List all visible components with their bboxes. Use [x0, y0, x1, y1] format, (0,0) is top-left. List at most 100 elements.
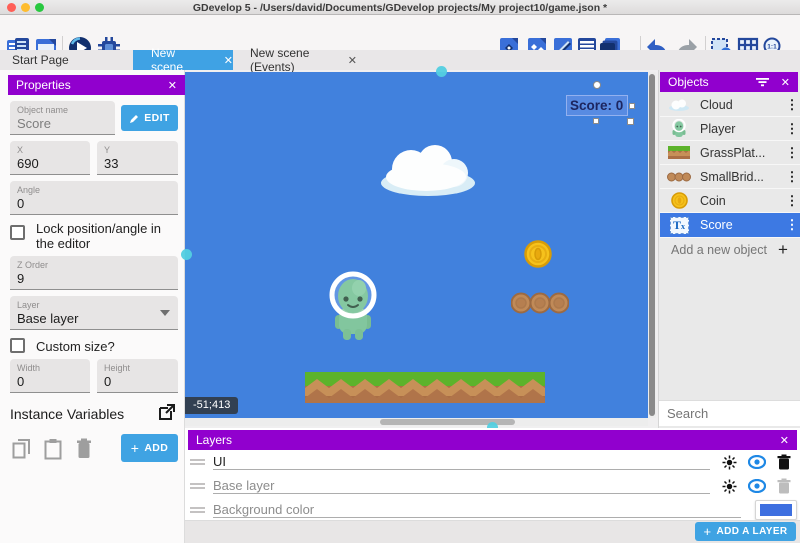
width-label: Width	[10, 359, 90, 373]
paste-icon[interactable]	[44, 438, 62, 460]
objects-panel-title: Objects	[668, 75, 709, 89]
custom-size-checkbox[interactable]	[10, 338, 25, 353]
add-button-label: ADD	[144, 442, 168, 454]
grass-platform-instance[interactable]	[305, 372, 545, 403]
add-layer-button[interactable]: + ADD A LAYER	[695, 522, 796, 541]
y-position-field[interactable]: Y 33	[97, 141, 178, 175]
canvas-top-resize-handle[interactable]	[436, 66, 447, 77]
layer-effects-icon[interactable]	[722, 479, 737, 494]
pencil-icon	[129, 113, 140, 124]
vertical-scrollbar-thumb[interactable]	[649, 74, 655, 416]
window-title: GDevelop 5 - /Users/david/Documents/GDev…	[0, 2, 800, 14]
object-menu-icon[interactable]: ⋮	[784, 217, 800, 233]
object-item-cloud[interactable]: Cloud ⋮	[660, 93, 800, 117]
lock-position-checkbox[interactable]	[10, 225, 25, 240]
x-value: 690	[10, 155, 90, 172]
z-order-value: 9	[10, 270, 178, 287]
player-instance[interactable]	[325, 271, 381, 341]
background-color-label	[213, 502, 741, 518]
selection-handle-corner[interactable]	[627, 118, 634, 125]
score-text-instance[interactable]: Score: 0	[570, 98, 623, 113]
properties-panel-header: Properties ✕	[8, 75, 185, 95]
objects-panel-header: Objects ✕	[660, 72, 798, 92]
search-input[interactable]	[659, 406, 800, 421]
cursor-coordinates-badge: -51;413	[185, 397, 238, 414]
delete-variable-icon[interactable]	[76, 438, 92, 460]
layer-name-input[interactable]	[213, 478, 710, 494]
score-thumbnail-icon: Tx	[666, 217, 692, 234]
vertical-scrollbar[interactable]	[648, 72, 656, 418]
tab-start-page[interactable]: Start Page	[0, 50, 126, 70]
drag-handle-icon	[190, 505, 205, 515]
color-swatch-fill	[760, 504, 792, 516]
width-value: 0	[10, 373, 90, 390]
object-menu-icon[interactable]: ⋮	[784, 145, 800, 161]
horizontal-scrollbar[interactable]	[185, 418, 648, 426]
object-name: Score	[692, 218, 784, 232]
z-order-field[interactable]: Z Order 9	[10, 256, 178, 290]
selection-handle-top[interactable]	[593, 81, 601, 89]
x-label: X	[10, 141, 90, 155]
tab-new-scene[interactable]: New scene ✕	[133, 50, 233, 70]
selection-handle-bottom[interactable]	[593, 118, 599, 124]
layer-effects-icon[interactable]	[722, 455, 737, 470]
object-name-value: Score	[10, 115, 115, 132]
layer-delete-icon[interactable]	[777, 454, 791, 470]
selection-handle-right[interactable]	[629, 103, 635, 109]
height-label: Height	[97, 359, 178, 373]
layer-select[interactable]: Layer Base layer	[10, 296, 178, 330]
lock-position-label: Lock position/angle in the editor	[36, 221, 178, 251]
add-layer-button-label: ADD A LAYER	[716, 526, 787, 537]
object-menu-icon[interactable]: ⋮	[784, 97, 800, 113]
close-icon[interactable]: ✕	[781, 76, 790, 89]
object-name: SmallBrid...	[692, 170, 784, 184]
properties-resize-handle[interactable]	[181, 249, 192, 260]
grass-platform-thumbnail-icon	[666, 146, 692, 159]
drag-handle-icon[interactable]	[190, 457, 205, 467]
layer-value: Base layer	[10, 310, 178, 327]
coin-instance[interactable]	[524, 240, 552, 268]
object-item-coin[interactable]: Coin ⋮	[660, 189, 800, 213]
layer-visibility-icon[interactable]	[748, 455, 766, 469]
width-field[interactable]: Width 0	[10, 359, 90, 393]
copy-icon[interactable]	[12, 438, 32, 460]
close-icon[interactable]: ✕	[780, 434, 789, 447]
angle-label: Angle	[10, 181, 178, 195]
scene-canvas[interactable]: Score: 0 -51;413	[185, 72, 648, 418]
object-menu-icon[interactable]: ⋮	[784, 169, 800, 185]
layers-panel-header: Layers ✕	[188, 430, 797, 450]
cloud-instance[interactable]	[378, 139, 478, 197]
object-menu-icon[interactable]: ⋮	[784, 193, 800, 209]
tab-close-icon[interactable]: ✕	[224, 54, 233, 67]
layer-delete-icon-disabled	[777, 478, 791, 494]
object-name-field[interactable]: Object name Score	[10, 101, 115, 135]
object-item-grassplatform[interactable]: GrassPlat... ⋮	[660, 141, 800, 165]
layer-name-input[interactable]	[213, 454, 710, 470]
object-name: Coin	[692, 194, 784, 208]
plus-icon: +	[131, 440, 140, 456]
angle-field[interactable]: Angle 0	[10, 181, 178, 215]
add-new-object-button[interactable]: Add a new object +	[660, 238, 800, 262]
small-bridge-instance[interactable]	[511, 292, 569, 314]
background-color-swatch[interactable]	[755, 500, 797, 520]
filter-icon[interactable]	[756, 77, 769, 87]
tab-close-icon[interactable]: ✕	[348, 54, 357, 67]
drag-handle-icon[interactable]	[190, 481, 205, 491]
object-menu-icon[interactable]: ⋮	[784, 121, 800, 137]
tab-new-scene-events[interactable]: New scene (Events) ✕	[240, 50, 357, 70]
object-item-score[interactable]: Tx Score ⋮	[660, 213, 800, 238]
object-item-player[interactable]: Player ⋮	[660, 117, 800, 141]
close-icon[interactable]: ✕	[168, 79, 177, 92]
add-variable-button[interactable]: + ADD	[121, 434, 178, 462]
chevron-down-icon	[160, 310, 170, 316]
layer-visibility-icon[interactable]	[748, 479, 766, 493]
object-item-smallbridge[interactable]: SmallBrid... ⋮	[660, 165, 800, 189]
y-value: 33	[97, 155, 178, 172]
object-name: GrassPlat...	[692, 146, 784, 160]
edit-object-button[interactable]: EDIT	[121, 105, 178, 131]
y-label: Y	[97, 141, 178, 155]
height-field[interactable]: Height 0	[97, 359, 178, 393]
layer-row-base	[190, 474, 797, 498]
open-variables-icon[interactable]	[157, 402, 177, 422]
x-position-field[interactable]: X 690	[10, 141, 90, 175]
